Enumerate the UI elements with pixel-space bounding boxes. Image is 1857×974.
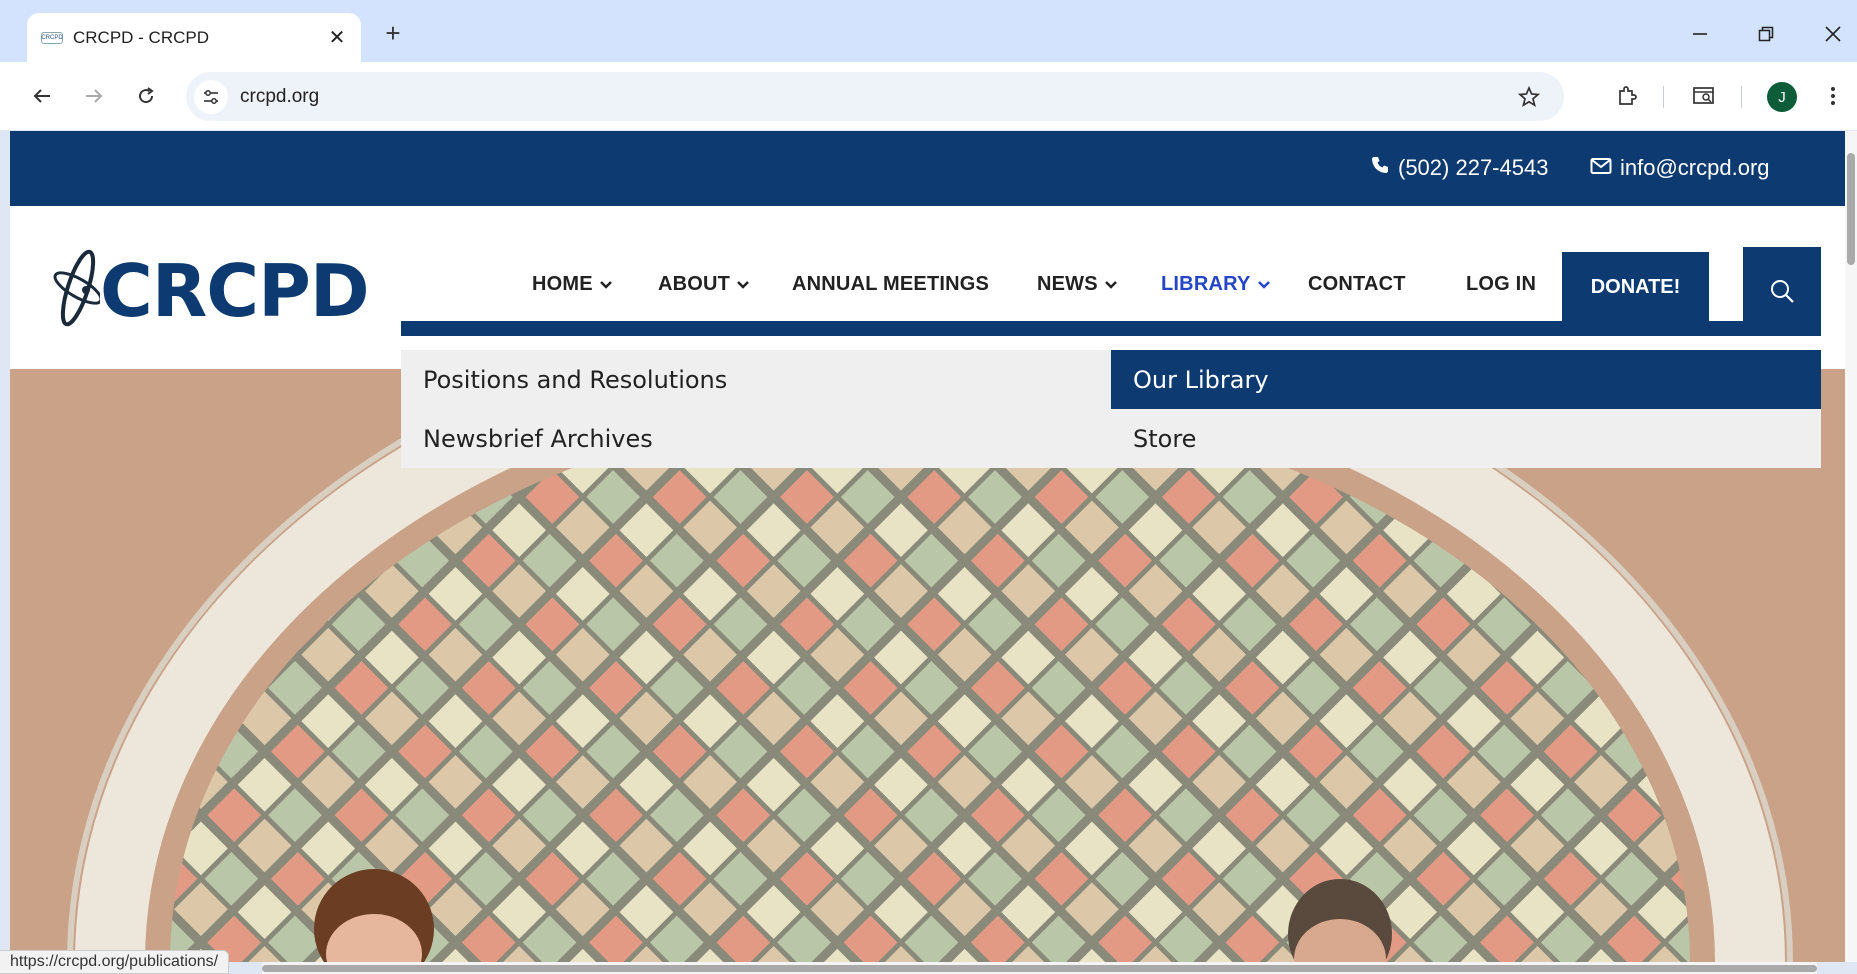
minimize-icon[interactable] (1680, 14, 1720, 54)
close-tab-icon[interactable]: ✕ (323, 24, 351, 52)
dropdown-item-newsbrief-archives[interactable]: Newsbrief Archives (401, 409, 1111, 468)
site-logo[interactable]: CRCPD (50, 246, 370, 335)
phone-link[interactable]: (502) 227-4543 (1370, 155, 1548, 181)
horizontal-scroll-thumb[interactable] (262, 965, 1817, 972)
vertical-scroll-thumb[interactable] (1847, 153, 1855, 265)
logo-wordmark: CRCPD (100, 248, 370, 333)
contact-topbar: (502) 227-4543 info@crcpd.org (10, 131, 1845, 206)
email-link[interactable]: info@crcpd.org (1590, 155, 1770, 181)
site-header: CRCPD HOME ABOUT ANNUAL MEETINGS NEWS LI… (10, 206, 1845, 369)
browser-tabstrip: CRCPD CRCPD - CRCPD ✕ + (0, 0, 1857, 62)
atom-logo-icon (50, 246, 103, 335)
profile-avatar[interactable]: J (1767, 82, 1797, 112)
vertical-scrollbar[interactable] (1845, 131, 1857, 962)
nav-library-label: LIBRARY (1161, 273, 1251, 295)
nav-news[interactable]: NEWS (1037, 273, 1118, 296)
chevron-down-icon (1257, 280, 1270, 289)
horizontal-scrollbar[interactable] (262, 962, 1817, 974)
restore-icon[interactable] (1746, 14, 1786, 54)
back-icon[interactable] (24, 78, 60, 114)
toolbar-divider (1741, 86, 1742, 108)
browser-tab[interactable]: CRCPD CRCPD - CRCPD ✕ (27, 13, 361, 62)
phone-number: (502) 227-4543 (1398, 155, 1549, 180)
nav-home-label: HOME (532, 273, 593, 295)
nav-contact-label: CONTACT (1308, 273, 1406, 295)
nav-about[interactable]: ABOUT (658, 273, 750, 296)
dropdown-item-store[interactable]: Store (1111, 409, 1821, 468)
nav-about-label: ABOUT (658, 273, 731, 295)
search-icon (1771, 279, 1794, 303)
chevron-down-icon (599, 280, 612, 289)
chevron-down-icon (737, 280, 749, 289)
nav-annual-meetings[interactable]: ANNUAL MEETINGS (792, 273, 989, 296)
favicon: CRCPD (41, 31, 63, 44)
extensions-icon[interactable] (1609, 78, 1645, 114)
nav-login-label: LOG IN (1466, 273, 1537, 295)
mail-icon (1590, 155, 1612, 181)
page-viewport: (502) 227-4543 info@crcpd.org CRCPD HOME (10, 131, 1845, 962)
close-window-icon[interactable] (1813, 14, 1853, 54)
phone-icon (1370, 155, 1390, 181)
reload-icon[interactable] (128, 78, 164, 114)
nav-news-label: NEWS (1037, 273, 1098, 295)
nav-library[interactable]: LIBRARY (1161, 273, 1271, 296)
nav-home[interactable]: HOME (532, 273, 613, 296)
dropdown-accent-bar (401, 321, 1821, 336)
chevron-down-icon (1104, 280, 1117, 289)
library-dropdown-menu: Positions and Resolutions Our Library Ne… (401, 350, 1821, 468)
email-address: info@crcpd.org (1620, 155, 1770, 180)
menu-icon[interactable] (1815, 78, 1851, 114)
dropdown-item-our-library[interactable]: Our Library (1111, 350, 1821, 409)
address-bar[interactable]: crcpd.org (186, 72, 1564, 121)
nav-annual-meetings-label: ANNUAL MEETINGS (792, 273, 990, 295)
bookmark-star-icon[interactable] (1512, 80, 1546, 114)
nav-login[interactable]: LOG IN (1466, 273, 1536, 296)
toolbar-divider (1663, 86, 1664, 108)
forward-icon[interactable] (76, 78, 112, 114)
status-bar-url: https://crcpd.org/publications/ (0, 950, 230, 974)
url-text[interactable]: crcpd.org (240, 86, 1512, 108)
new-tab-icon[interactable]: + (378, 18, 408, 48)
tab-title: CRCPD - CRCPD (73, 27, 209, 47)
browser-toolbar: crcpd.org J (0, 62, 1857, 130)
nav-contact[interactable]: CONTACT (1308, 273, 1406, 296)
site-settings-icon[interactable] (194, 79, 228, 114)
tab-search-icon[interactable] (1686, 78, 1722, 114)
donate-button[interactable]: DONATE! (1562, 252, 1709, 323)
dropdown-item-positions-resolutions[interactable]: Positions and Resolutions (401, 350, 1111, 409)
